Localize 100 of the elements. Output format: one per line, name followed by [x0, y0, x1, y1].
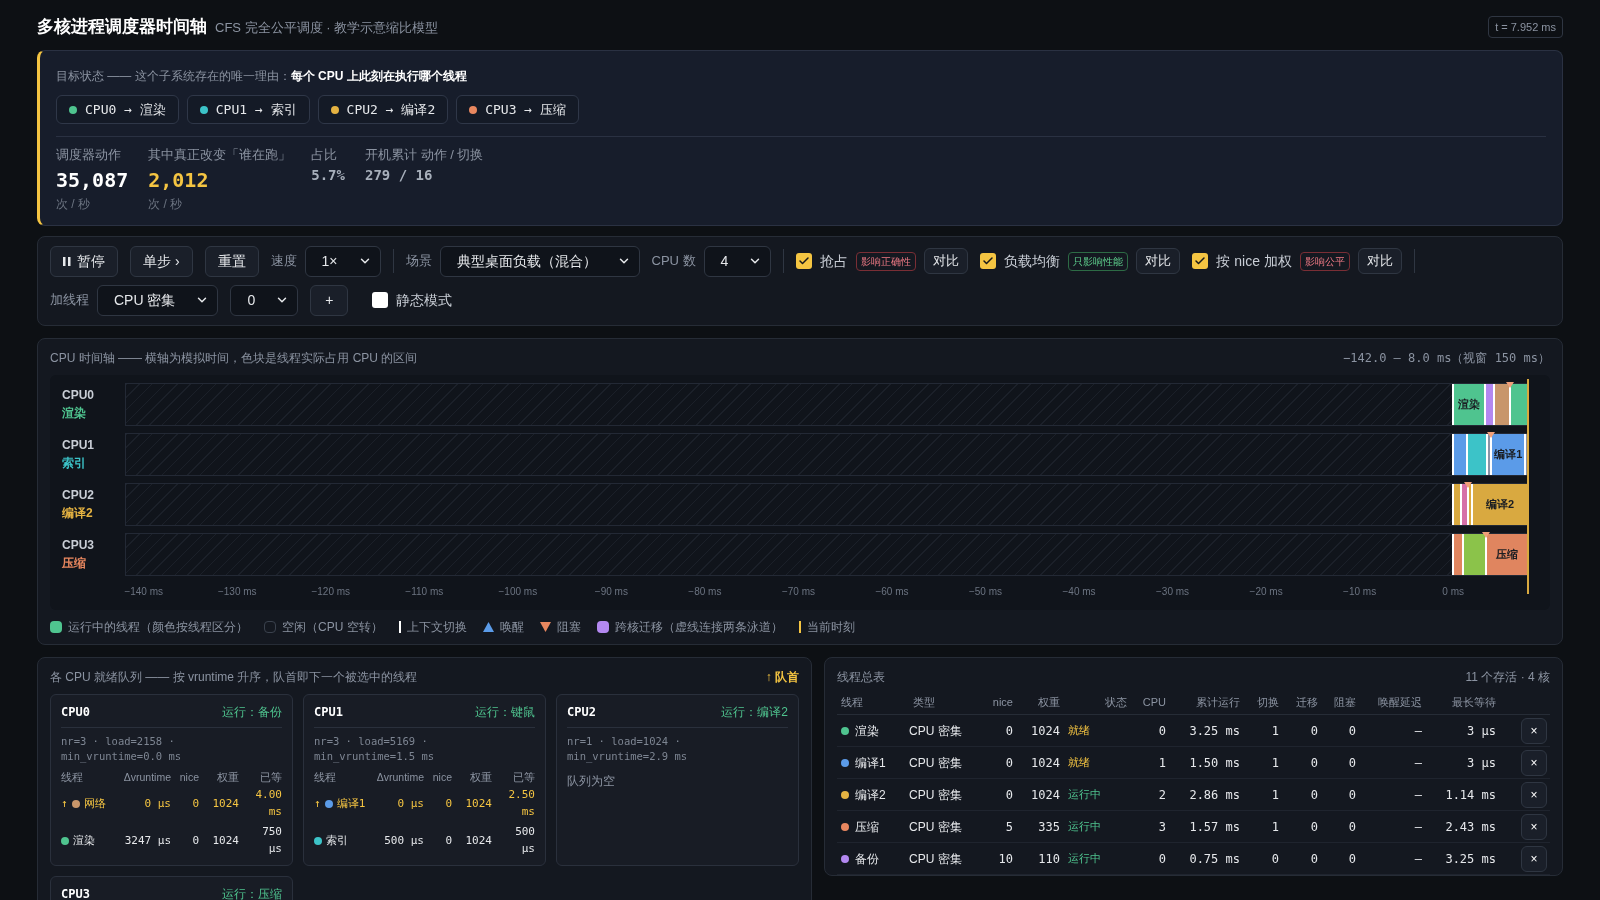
queue-thread-name: 渲染 [73, 832, 95, 849]
column-header: nice [178, 769, 199, 785]
timeline-title: CPU 时间轴 —— 横轴为模拟时间，色块是线程实际占用 CPU 的区间 [50, 349, 418, 367]
column-header: Δvruntime [375, 769, 424, 785]
axis-tick-label: 0 ms [1442, 584, 1464, 599]
migration-swatch [596, 620, 609, 633]
table-cell-text: 0 [1347, 786, 1357, 804]
remove-button[interactable]: × [1521, 749, 1547, 776]
queue-stats: nr=1 · load=1024 · min_vruntime=2.9 ms [567, 733, 689, 764]
assignment-label: CPU0 → 渲染 [85, 100, 166, 119]
axis-tick-label: −100 ms [498, 584, 538, 599]
table-cell-text: CPU 密集 [909, 818, 963, 836]
table-cell-text: 0.75 ms [1188, 850, 1241, 868]
axis-tick-label: −40 ms [1062, 584, 1096, 599]
lane-thread-label: 编译2 [62, 505, 94, 522]
table-cell-text: CPU 密集 [909, 722, 963, 740]
segment-label: 渲染 [1458, 396, 1480, 412]
table-cell-text: 3.25 ms [1444, 850, 1497, 868]
checkbox[interactable] [1192, 253, 1209, 269]
table-cell-text: 10 [997, 850, 1014, 868]
remove-button[interactable]: × [1521, 781, 1547, 808]
thread-state: 运行中 [1067, 851, 1102, 867]
toolbar-button[interactable]: 重置 [204, 245, 259, 277]
dropdown[interactable]: CPU 密集 [97, 284, 219, 316]
axis-tick-label: −80 ms [688, 584, 722, 599]
axis-tick-label: −70 ms [781, 584, 815, 599]
thread-state: 就绪 [1067, 755, 1091, 771]
axis-tick-label: −50 ms [968, 584, 1003, 599]
lane-thread-label: 索引 [62, 455, 87, 472]
time-range: −142.0 – 8.0 ms（视窗 150 ms） [1343, 349, 1550, 367]
thread-state: 运行中 [1067, 819, 1102, 835]
axis-tick-label: −130 ms [217, 584, 257, 599]
column-header: 切换 [1256, 694, 1280, 710]
compare-button[interactable]: 对比 [1357, 248, 1402, 274]
toolbar-button[interactable]: 单步 › [130, 245, 193, 277]
table-cell-text: — [1413, 722, 1423, 740]
stat-label: 调度器动作 [56, 146, 122, 164]
dropdown[interactable]: 0 [230, 284, 299, 316]
lane-thread-label: 渲染 [62, 405, 87, 422]
table-cell-text: 3247 µs [123, 832, 171, 849]
table-cell-text: 1 [1270, 786, 1280, 804]
column-header: 最长等待 [1451, 694, 1497, 710]
column-header: 线程 [314, 769, 337, 785]
axis-tick-label: −30 ms [1156, 584, 1190, 599]
legend-label: 当前时刻 [806, 618, 855, 636]
queue-stats: nr=3 · load=2158 · min_vruntime=0.0 ms [61, 733, 183, 764]
page-title: 多核进程调度器时间轴 [37, 16, 207, 39]
table-cell-text: 0 [1309, 722, 1319, 740]
table-cell-text: 0 [1347, 722, 1357, 740]
check-icon [1194, 255, 1207, 267]
column-header: 线程 [840, 694, 864, 710]
remove-button[interactable]: × [1521, 717, 1547, 744]
table-cell-text: — [1413, 818, 1423, 836]
dropdown[interactable]: 4 [703, 245, 772, 277]
page-subtitle: CFS 完全公平调度 · 教学示意缩比模型 [215, 19, 439, 38]
checkbox[interactable] [980, 253, 997, 269]
column-header: CPU [1141, 694, 1167, 710]
queue-thread-name: 编译1 [336, 795, 366, 812]
segment-label: 压缩 [1496, 546, 1519, 562]
compare-button[interactable]: 对比 [924, 248, 969, 274]
toggle-label: 抢占 [820, 251, 849, 271]
queue-running-thread: 运行：备份 [222, 703, 282, 721]
column-header: 已等 [259, 769, 282, 785]
table-cell-text: 4.00 ms [254, 787, 282, 820]
segment-label: 编译1 [1494, 446, 1523, 462]
toolbar-button[interactable]: + [310, 284, 349, 316]
table-cell-text: — [1413, 786, 1423, 804]
queue-head-arrow: ↑ [61, 795, 68, 812]
remove-button[interactable]: × [1521, 845, 1547, 872]
table-cell-text: 0 [1004, 722, 1014, 740]
running-swatch [50, 620, 62, 633]
axis-tick-label: −20 ms [1249, 584, 1283, 599]
column-header: 线程 [61, 769, 84, 785]
column-header: nice [431, 769, 452, 785]
table-cell-text: 500 µs [383, 832, 424, 849]
pause-button[interactable]: 暂停 [50, 245, 118, 277]
table-cell-text: 2 [1157, 786, 1167, 804]
checkbox[interactable] [372, 292, 389, 308]
axis-tick-label: −10 ms [1343, 584, 1377, 599]
queue-head-arrow: ↑ [314, 795, 321, 812]
table-cell-text: 1 [1157, 754, 1167, 772]
table-cell-text: 0 [1347, 754, 1357, 772]
dropdown[interactable]: 典型桌面负载（混合） [439, 245, 640, 277]
table-cell-text: 1024 [1030, 754, 1061, 772]
column-header: 迁移 [1295, 694, 1319, 710]
column-header: 累计运行 [1195, 694, 1241, 710]
dropdown[interactable]: 1× [304, 245, 381, 277]
axis-tick-label: −60 ms [875, 584, 909, 599]
checkbox[interactable] [796, 253, 813, 269]
assignment-label: CPU3 → 压缩 [485, 100, 566, 119]
table-cell-text: — [1413, 850, 1423, 868]
queue-cpu-name: CPU0 [61, 703, 90, 721]
queue-cpu-name: CPU1 [314, 703, 343, 721]
compare-button[interactable]: 对比 [1136, 248, 1181, 274]
legend-label: 跨核迁移（虚线连接两条泳道） [614, 618, 783, 636]
table-cell-text: 0 [1309, 786, 1319, 804]
table-cell-text: 750 µs [261, 824, 282, 857]
thread-name: 备份 [855, 850, 879, 868]
legend-label: 唤醒 [499, 618, 524, 636]
remove-button[interactable]: × [1521, 813, 1547, 840]
